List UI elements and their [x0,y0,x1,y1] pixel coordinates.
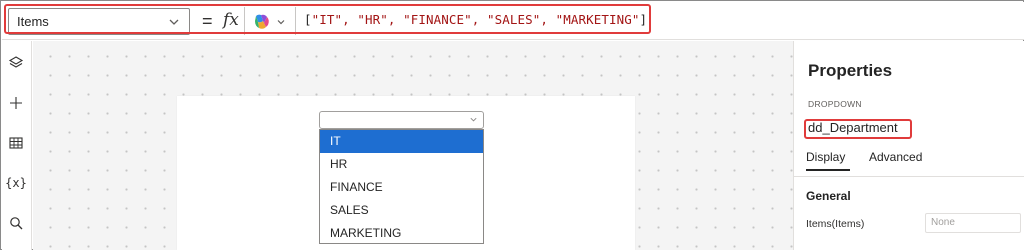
control-name[interactable]: dd_Department [808,120,898,135]
items-property-input[interactable]: None [925,213,1021,233]
chevron-down-icon [169,19,179,25]
plus-icon[interactable] [6,93,26,113]
variables-icon[interactable]: {x} [5,173,27,193]
left-rail: {x} [2,41,32,250]
control-type-label: DROPDOWN [808,99,862,109]
dropdown-control[interactable] [319,111,484,129]
divider [794,176,1024,177]
dropdown-option[interactable]: SALES [320,199,483,222]
app-window: Items = fx ["IT", "HR", "FINANCE", "SALE… [0,0,1024,250]
equals-sign: = [202,11,213,31]
dropdown-option[interactable]: MARKETING [320,222,483,245]
properties-panel: Properties DROPDOWN dd_Department Displa… [793,41,1024,250]
formula-bar: Items = fx ["IT", "HR", "FINANCE", "SALE… [2,2,1024,40]
items-property-label: Items(Items) [806,218,865,230]
table-icon[interactable] [6,133,26,153]
copilot-button[interactable] [252,11,286,33]
formula-open-bracket: [ [304,12,312,27]
properties-title: Properties [808,61,893,80]
tab-advanced[interactable]: Advanced [869,150,922,164]
dropdown-option[interactable]: FINANCE [320,176,483,199]
property-selector[interactable]: Items [8,8,190,35]
active-tab-indicator [806,169,850,171]
tab-display[interactable]: Display [806,150,845,164]
search-icon[interactable] [6,213,26,233]
formula-divider [295,7,296,35]
dropdown-option[interactable]: IT [320,130,483,153]
property-selector-value: Items [17,14,49,29]
section-title-general: General [806,189,851,203]
formula-values: "IT", "HR", "FINANCE", "SALES", "MARKETI… [311,12,640,27]
chevron-down-icon [277,20,285,25]
dropdown-list: IT HR FINANCE SALES MARKETING [319,129,484,244]
copilot-icon [255,14,269,29]
formula-divider [244,7,245,35]
layers-icon[interactable] [6,53,26,73]
formula-close-bracket: ] [639,12,648,27]
chevron-down-icon [470,117,477,122]
formula-input[interactable]: ["IT", "HR", "FINANCE", "SALES", "MARKET… [304,12,647,27]
fx-icon[interactable]: fx [223,10,239,30]
dropdown-option[interactable]: HR [320,153,483,176]
